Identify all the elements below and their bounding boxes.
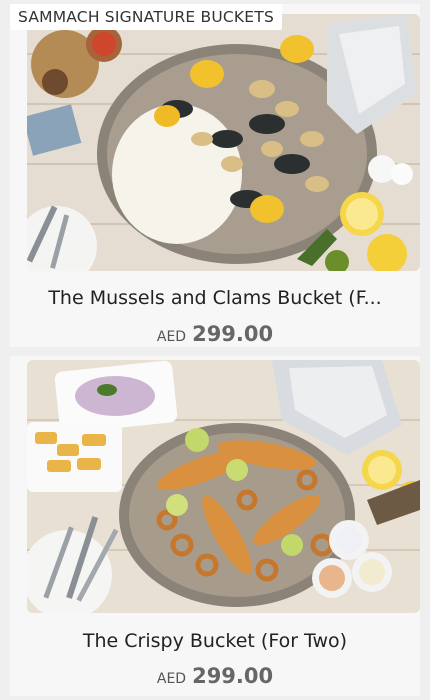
section-title: SAMMACH SIGNATURE BUCKETS	[10, 4, 282, 30]
price-amount: 299.00	[192, 664, 274, 688]
product-image-mussels-clams[interactable]	[27, 14, 420, 271]
price-currency: AED	[156, 329, 187, 345]
product-image-crispy[interactable]	[27, 360, 420, 613]
product-card-crispy[interactable]: The Crispy Bucket (For Two) AED 299.00	[10, 356, 420, 696]
price-currency: AED	[156, 671, 187, 687]
product-price: AED 299.00	[10, 322, 420, 346]
price-amount: 299.00	[192, 322, 274, 346]
product-card-mussels-clams[interactable]: The Mussels and Clams Bucket (F... AED 29…	[10, 4, 420, 347]
menu-page: SAMMACH SIGNATURE BUCKETS The Mussels an…	[0, 0, 430, 700]
product-title[interactable]: The Mussels and Clams Bucket (F...	[10, 287, 420, 309]
product-title[interactable]: The Crispy Bucket (For Two)	[10, 630, 420, 652]
product-price: AED 299.00	[10, 664, 420, 688]
